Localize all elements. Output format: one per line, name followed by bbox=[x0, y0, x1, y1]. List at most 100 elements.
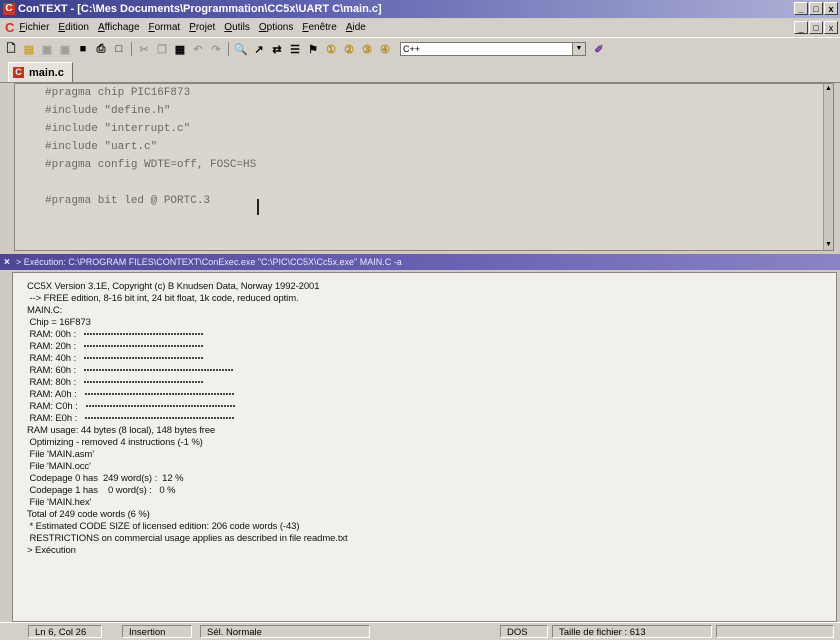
output-line: File 'MAIN.asm' bbox=[27, 449, 95, 460]
title-bar: C ConTEXT - [C:\Mes Documents\Programmat… bbox=[0, 0, 840, 18]
file-tab-row: C main.c bbox=[0, 60, 840, 83]
scroll-up-icon[interactable]: ▲ bbox=[824, 84, 833, 94]
execution-output[interactable]: CC5X Version 3.1E, Copyright (c) B Knuds… bbox=[12, 272, 837, 622]
highlighter-select[interactable]: C++ ▼ bbox=[400, 42, 586, 56]
code-line-3: #include "interrupt.c" bbox=[45, 123, 191, 135]
chevron-down-icon[interactable]: ▼ bbox=[572, 43, 585, 55]
document-controls: _ □ x bbox=[794, 21, 838, 34]
toolbar: 🗋 ▤ ▣ ▣ ■ ⎙ □ ✂ ❐ ▦ ↶ ↷ 🔍 ↗ ⇄ ☰ ⚑ ① ② ③ … bbox=[0, 37, 840, 61]
output-line: Codepage 1 has 0 word(s) : 0 % bbox=[27, 485, 176, 496]
redo-icon[interactable]: ↷ bbox=[209, 42, 223, 56]
minimize-button[interactable]: _ bbox=[794, 2, 808, 15]
save-icon[interactable]: ▣ bbox=[40, 42, 54, 56]
cursor-position: Ln 6, Col 26 bbox=[28, 625, 102, 638]
close-button[interactable]: x bbox=[824, 2, 838, 15]
ram-map-row: RAM: 60h : bbox=[27, 365, 235, 376]
selection-mode: Sél. Normale bbox=[200, 625, 370, 638]
ram-map-glyphs bbox=[84, 393, 235, 396]
print-icon[interactable]: ⎙ bbox=[94, 42, 108, 56]
status-bar: Ln 6, Col 26 Insertion Sél. Normale DOS … bbox=[0, 622, 840, 640]
c-file-icon: C bbox=[13, 67, 24, 78]
editor-scrollbar[interactable]: ▲ ▼ bbox=[823, 84, 833, 250]
file-format: DOS bbox=[500, 625, 548, 638]
find-icon[interactable]: 🔍 bbox=[234, 42, 248, 56]
output-line: RESTRICTIONS on commercial usage applies… bbox=[27, 533, 348, 544]
open-folder-icon[interactable]: ▤ bbox=[22, 42, 36, 56]
execution-command: > Exécution: C:\PROGRAM FILES\CONTEXT\Co… bbox=[16, 257, 402, 267]
output-line: RAM usage: 44 bytes (8 local), 148 bytes… bbox=[27, 425, 216, 436]
output-line: * Estimated CODE SIZE of licensed editio… bbox=[27, 521, 300, 532]
close-file-icon[interactable]: ■ bbox=[76, 42, 90, 56]
ram-map-row: RAM: C0h : bbox=[27, 401, 236, 412]
code-editor[interactable]: #pragma chip PIC16F873 #include "define.… bbox=[14, 83, 834, 251]
menu-projet[interactable]: Projet bbox=[189, 22, 215, 33]
menu-aide[interactable]: Aide bbox=[346, 22, 366, 33]
cut-icon[interactable]: ✂ bbox=[137, 42, 151, 56]
ram-map-row: RAM: E0h : bbox=[27, 413, 236, 424]
ram-map-glyphs bbox=[85, 405, 236, 408]
output-line: CC5X Version 3.1E, Copyright (c) B Knuds… bbox=[27, 281, 320, 292]
ram-map-row: RAM: 40h : bbox=[27, 353, 205, 364]
ram-map-glyphs bbox=[84, 381, 205, 384]
ram-map-row: RAM: A0h : bbox=[27, 389, 235, 400]
user-command-3-icon[interactable]: ③ bbox=[360, 42, 374, 56]
ram-map-glyphs bbox=[84, 369, 235, 372]
highlighter-value: C++ bbox=[403, 44, 421, 54]
ram-map-row: RAM: 20h : bbox=[27, 341, 205, 352]
customize-icon[interactable]: ✐ bbox=[592, 42, 606, 56]
undo-icon[interactable]: ↶ bbox=[191, 42, 205, 56]
doc-close-button[interactable]: x bbox=[824, 21, 838, 34]
menu-options[interactable]: Options bbox=[259, 22, 293, 33]
output-line: --> FREE edition, 8-16 bit int, 24 bit f… bbox=[27, 293, 299, 304]
save-all-icon[interactable]: ▣ bbox=[58, 42, 72, 56]
copy-icon[interactable]: ❐ bbox=[155, 42, 169, 56]
bookmark-icon[interactable]: ⚑ bbox=[306, 42, 320, 56]
find-next-icon[interactable]: ↗ bbox=[252, 42, 266, 56]
ram-map-row: RAM: 00h : bbox=[27, 329, 205, 340]
output-line: Codepage 0 has 249 word(s) : 12 % bbox=[27, 473, 184, 484]
document-logo-icon: C bbox=[5, 20, 15, 35]
tab-label: main.c bbox=[29, 66, 64, 79]
ram-map-row: RAM: 80h : bbox=[27, 377, 205, 388]
replace-icon[interactable]: ⇄ bbox=[270, 42, 284, 56]
app-logo-icon: C bbox=[3, 3, 15, 15]
code-line-2: #include "define.h" bbox=[45, 105, 171, 117]
window-title: ConTEXT - [C:\Mes Documents\Programmatio… bbox=[18, 3, 382, 15]
menu-outils[interactable]: Outils bbox=[224, 22, 250, 33]
output-line: Optimizing - removed 4 instructions (-1 … bbox=[27, 437, 203, 448]
ram-map-glyphs bbox=[85, 417, 236, 420]
output-line: File 'MAIN.hex' bbox=[27, 497, 92, 508]
output-line: > Exécution bbox=[27, 545, 76, 556]
paste-icon[interactable]: ▦ bbox=[173, 42, 187, 56]
text-cursor bbox=[257, 199, 259, 215]
code-line-7: #pragma bit led @ PORTC.3 bbox=[45, 195, 211, 207]
menu-affichage[interactable]: Affichage bbox=[98, 22, 140, 33]
output-line: Total of 249 code words (6 %) bbox=[27, 509, 150, 520]
output-line: MAIN.C: bbox=[27, 305, 63, 316]
user-command-2-icon[interactable]: ② bbox=[342, 42, 356, 56]
doc-maximize-button[interactable]: □ bbox=[809, 21, 823, 34]
user-command-1-icon[interactable]: ① bbox=[324, 42, 338, 56]
toolbar-separator bbox=[131, 42, 132, 56]
menu-fichier[interactable]: Fichier bbox=[19, 22, 49, 33]
insert-mode: Insertion bbox=[122, 625, 192, 638]
ram-map-glyphs bbox=[84, 333, 205, 336]
new-file-icon[interactable]: 🗋 bbox=[4, 42, 18, 56]
menu-fenetre[interactable]: Fenêtre bbox=[302, 22, 336, 33]
file-size: Taille de fichier : 613 bbox=[552, 625, 712, 638]
code-line-5: #pragma config WDTE=off, FOSC=HS bbox=[45, 159, 257, 171]
maximize-button[interactable]: □ bbox=[809, 2, 823, 15]
user-command-4-icon[interactable]: ④ bbox=[378, 42, 392, 56]
output-line: Chip = 16F873 bbox=[27, 317, 91, 328]
code-line-1: #pragma chip PIC16F873 bbox=[45, 87, 191, 99]
print-preview-icon[interactable]: □ bbox=[112, 42, 126, 56]
scroll-down-icon[interactable]: ▼ bbox=[824, 240, 833, 250]
menu-edition[interactable]: Edition bbox=[58, 22, 89, 33]
ram-map-glyphs bbox=[84, 357, 205, 360]
go-to-line-icon[interactable]: ☰ bbox=[288, 42, 302, 56]
menu-format[interactable]: Format bbox=[149, 22, 181, 33]
toolbar-separator bbox=[228, 42, 229, 56]
doc-minimize-button[interactable]: _ bbox=[794, 21, 808, 34]
tab-main-c[interactable]: C main.c bbox=[8, 62, 73, 82]
close-panel-icon[interactable]: × bbox=[4, 257, 16, 268]
